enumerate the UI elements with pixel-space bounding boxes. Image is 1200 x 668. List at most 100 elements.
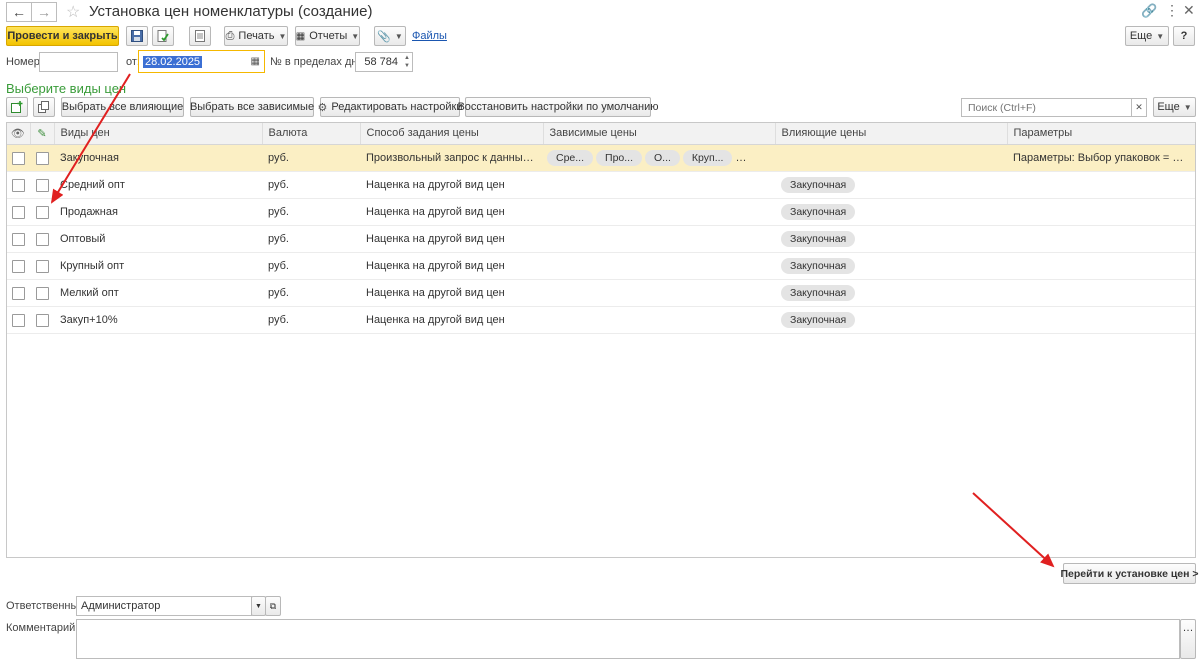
attachments-button[interactable]: 📎 ▼: [374, 26, 406, 46]
help-button[interactable]: ?: [1173, 26, 1195, 46]
back-button[interactable]: ←: [6, 2, 32, 22]
open-link-icon: ⧉: [269, 600, 277, 611]
method-cell: Наценка на другой вид цен: [360, 225, 543, 253]
column-header-params[interactable]: Параметры: [1007, 122, 1196, 145]
influencing-cell: Закупочная: [775, 279, 1007, 307]
influencing-cell: [775, 144, 1007, 172]
edit-checkbox[interactable]: [35, 313, 49, 327]
influencing-chip[interactable]: Закупочная: [781, 285, 856, 301]
comment-expand-button[interactable]: …: [1180, 619, 1196, 659]
copy-icon: [38, 101, 49, 113]
edit-checkbox[interactable]: [35, 151, 49, 165]
visibility-column-header[interactable]: 👁: [6, 122, 31, 145]
pencil-icon: ✎: [37, 127, 47, 140]
method-cell: Произвольный запрос к данным ИБ: [360, 144, 543, 172]
table-row[interactable]: Мелкий опт руб. Наценка на другой вид це…: [6, 279, 1196, 307]
chevron-down-icon: ▼: [1183, 102, 1192, 112]
params-cell: [1007, 252, 1196, 280]
dependent-chip[interactable]: Про...: [596, 150, 642, 166]
annotation-arrow: [972, 492, 1055, 568]
search-field[interactable]: ✕: [961, 98, 1147, 117]
price-type-cell: Закуп+10%: [54, 306, 262, 334]
select-dependent-button[interactable]: Выбрать все зависимые: [190, 97, 314, 117]
table-row[interactable]: Средний опт руб. Наценка на другой вид ц…: [6, 171, 1196, 199]
ellipsis-icon: …: [1182, 622, 1194, 634]
spin-up-icon[interactable]: ▲: [404, 54, 410, 62]
spin-buttons[interactable]: ▲ ▼: [404, 54, 410, 70]
responsible-dropdown-button[interactable]: ▼: [251, 596, 266, 616]
post-button[interactable]: [152, 26, 174, 46]
add-row-button[interactable]: [6, 97, 28, 117]
edit-checkbox[interactable]: [35, 286, 49, 300]
print-button[interactable]: ⎙ Печать ▼: [224, 26, 288, 46]
search-input[interactable]: [966, 100, 1120, 115]
column-header-influencing[interactable]: Влияющие цены: [775, 122, 1008, 145]
table-row[interactable]: Крупный опт руб. Наценка на другой вид ц…: [6, 252, 1196, 280]
comment-field[interactable]: [76, 619, 1180, 659]
clear-search-icon[interactable]: ✕: [1131, 98, 1147, 117]
influencing-chip[interactable]: Закупочная: [781, 177, 856, 193]
comment-label: Комментарий:: [6, 622, 79, 634]
column-header-method[interactable]: Способ задания цены: [360, 122, 544, 145]
method-cell: Наценка на другой вид цен: [360, 279, 543, 307]
column-header-dependent[interactable]: Зависимые цены: [543, 122, 776, 145]
edit-column-header[interactable]: ✎: [30, 122, 55, 145]
currency-cell: руб.: [262, 279, 360, 307]
link-icon[interactable]: 🔗: [1141, 3, 1157, 19]
edit-checkbox[interactable]: [35, 232, 49, 246]
influencing-chip[interactable]: Закупочная: [781, 258, 856, 274]
day-number-field[interactable]: 58 784 ▲ ▼: [355, 52, 413, 72]
price-type-cell: Закупочная: [54, 144, 262, 172]
select-influencing-button[interactable]: Выбрать все влияющие: [61, 97, 184, 117]
calendar-icon[interactable]: ▦: [251, 56, 260, 67]
files-link[interactable]: Файлы: [412, 30, 447, 42]
dependent-cell: [543, 306, 775, 334]
kebab-menu-icon[interactable]: ⋮: [1165, 2, 1179, 19]
responsible-open-button[interactable]: ⧉: [265, 596, 281, 616]
forward-button[interactable]: →: [31, 2, 57, 22]
table-row[interactable]: Закуп+10% руб. Наценка на другой вид цен…: [6, 306, 1196, 334]
table-row[interactable]: Закупочная руб. Произвольный запрос к да…: [6, 144, 1196, 172]
table-row[interactable]: Продажная руб. Наценка на другой вид цен…: [6, 198, 1196, 226]
visibility-checkbox[interactable]: [11, 151, 25, 165]
edit-settings-button[interactable]: ⚙ Редактировать настройки: [318, 97, 463, 117]
edit-checkbox[interactable]: [35, 259, 49, 273]
influencing-cell: Закупочная: [775, 171, 1007, 199]
edit-checkbox[interactable]: [35, 178, 49, 192]
visibility-checkbox[interactable]: [11, 205, 25, 219]
table-row[interactable]: Оптовый руб. Наценка на другой вид цен З…: [6, 225, 1196, 253]
influencing-cell: Закупочная: [775, 306, 1007, 334]
influencing-chip[interactable]: Закупочная: [781, 204, 856, 220]
restore-defaults-button[interactable]: Восстановить настройки по умолчанию: [457, 97, 659, 117]
save-button[interactable]: [126, 26, 148, 46]
column-header-currency[interactable]: Валюта: [262, 122, 361, 145]
responsible-field[interactable]: Администратор: [76, 596, 252, 616]
dependent-chip[interactable]: Сре...: [547, 150, 594, 166]
visibility-checkbox[interactable]: [11, 286, 25, 300]
currency-cell: руб.: [262, 198, 360, 226]
params-cell: [1007, 225, 1196, 253]
date-field[interactable]: 28.02.2025 ▦: [138, 50, 265, 73]
reports-button[interactable]: ▦ Отчеты ▼: [295, 26, 360, 46]
visibility-checkbox[interactable]: [11, 232, 25, 246]
more-button[interactable]: Еще ▼: [1125, 26, 1169, 46]
influencing-chip[interactable]: Закупочная: [781, 312, 856, 328]
spin-down-icon[interactable]: ▼: [404, 62, 410, 70]
grid-more-button[interactable]: Еще ▼: [1153, 97, 1196, 117]
influencing-chip[interactable]: Закупочная: [781, 231, 856, 247]
goto-price-setting-button[interactable]: Перейти к установке цен >: [1060, 563, 1199, 584]
favorite-star-icon[interactable]: ☆: [66, 2, 80, 22]
visibility-checkbox[interactable]: [11, 178, 25, 192]
visibility-checkbox[interactable]: [11, 259, 25, 273]
copy-row-button[interactable]: [33, 97, 55, 117]
column-header-price-type[interactable]: Виды цен: [54, 122, 263, 145]
post-and-close-button[interactable]: Провести и закрыть: [6, 26, 119, 46]
currency-cell: руб.: [262, 225, 360, 253]
close-icon[interactable]: ✕: [1183, 2, 1195, 19]
dependent-chip[interactable]: Круп...: [682, 150, 733, 166]
dependent-chip[interactable]: О...: [645, 150, 680, 166]
journal-button[interactable]: [189, 26, 211, 46]
number-field[interactable]: [39, 52, 118, 72]
edit-checkbox[interactable]: [35, 205, 49, 219]
visibility-checkbox[interactable]: [11, 313, 25, 327]
